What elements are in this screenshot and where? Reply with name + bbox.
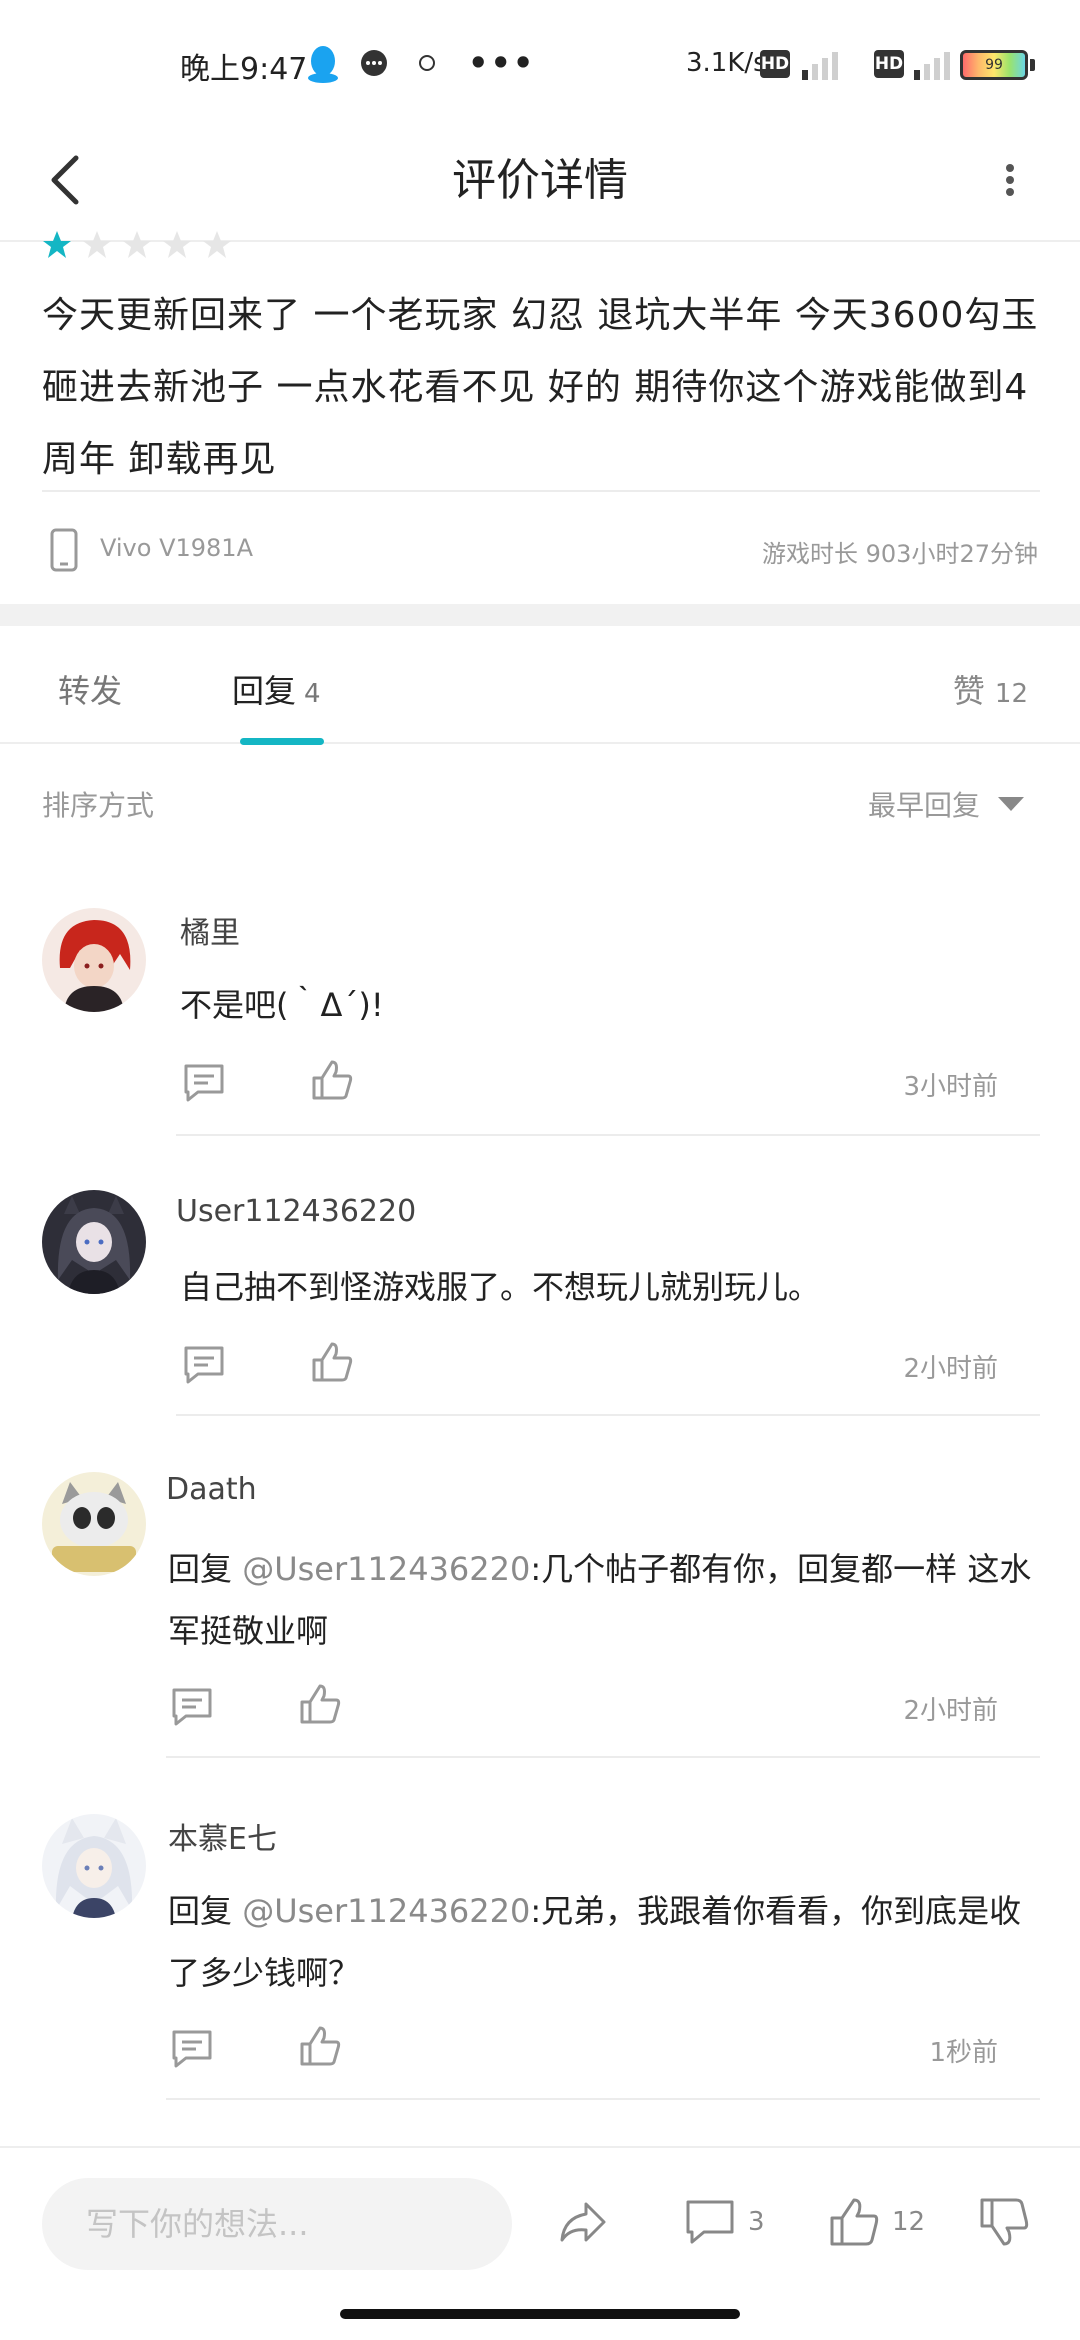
mention-link[interactable]: @User112436220 [242, 1892, 530, 1930]
mention-link[interactable]: @User112436220 [242, 1550, 530, 1588]
share-button[interactable] [556, 2196, 608, 2248]
divider [176, 1414, 1040, 1416]
tab-reply-count: 4 [304, 679, 321, 709]
avatar[interactable] [42, 1190, 146, 1294]
comment-count: 3 [748, 2207, 765, 2237]
comment-text: 回复 @User112436220:兄弟，我跟着你看看，你到底是收了多少钱啊？ [168, 1892, 1022, 1992]
status-bar: 晚上9:47 ••• 3.1K/s HD HD 99 [0, 0, 1080, 120]
battery-icon: 99 [960, 50, 1028, 80]
comment-item: 本慕E七 回复 @User112436220:兄弟，我跟着你看看，你到底是收了多… [0, 1806, 1080, 2106]
share-icon [560, 2202, 606, 2242]
tab-likes-label: 赞 [952, 672, 985, 710]
message-icon [361, 50, 387, 76]
signal-icon [802, 52, 838, 80]
thumbs-down-icon [980, 2198, 1029, 2246]
comment-time: 1秒前 [929, 2038, 998, 2068]
star-icon [43, 231, 71, 258]
avatar[interactable] [42, 908, 146, 1012]
comment-text: 不是吧(｀Δ´)! [180, 986, 384, 1024]
section-separator [0, 604, 1080, 626]
comment-author[interactable]: 本慕E七 [168, 1814, 277, 1858]
comment-item: User112436220 自己抽不到怪游戏服了。不想玩儿就别玩儿。 2小时前 [0, 1182, 1080, 1422]
avatar[interactable] [42, 1814, 146, 1918]
reply-icon[interactable] [170, 2026, 214, 2070]
comment-button[interactable]: 3 [684, 2196, 765, 2248]
status-time: 晚上9:47 [180, 52, 308, 87]
sort-label: 排序方式 [42, 789, 155, 822]
avatar[interactable] [42, 1472, 146, 1576]
like-count: 12 [892, 2207, 926, 2237]
like-icon[interactable] [310, 1058, 354, 1102]
comment-text: 回复 @User112436220:几个帖子都有你，回复都一样 这水军挺敬业啊 [168, 1550, 1032, 1650]
tab-bar: 转发 回复 4 赞 12 [0, 626, 1080, 745]
reply-icon[interactable] [182, 1060, 226, 1104]
comment-time: 2小时前 [903, 1354, 998, 1384]
more-notifications-icon: ••• [468, 44, 536, 82]
comment-icon [686, 2200, 734, 2244]
qq-icon [308, 46, 338, 83]
home-indicator[interactable] [340, 2309, 740, 2319]
star-icon [163, 231, 191, 258]
reply-icon[interactable] [170, 1684, 214, 1728]
divider [166, 2098, 1040, 2100]
app-header: 评价详情 [0, 120, 1080, 242]
more-options-button[interactable] [980, 140, 1040, 220]
star-icon [83, 231, 111, 258]
chevron-down-icon [998, 797, 1024, 811]
tab-forward[interactable]: 转发 [58, 666, 122, 712]
rating-stars [42, 230, 232, 264]
comment-item: 橘里 不是吧(｀Δ´)! 3小时前 [0, 900, 1080, 1140]
active-tab-indicator [240, 738, 324, 745]
battery-tip [1030, 59, 1035, 71]
like-icon[interactable] [310, 1340, 354, 1384]
signal-icon [914, 52, 950, 80]
phone-icon [50, 528, 78, 572]
bottom-action-bar: 3 12 [0, 2146, 1080, 2306]
star-icon [123, 231, 151, 258]
comment-author[interactable]: User112436220 [176, 1194, 416, 1229]
divider [42, 490, 1040, 492]
device-name: Vivo V1981A [100, 534, 253, 562]
like-icon[interactable] [298, 2024, 342, 2068]
thumbs-up-icon [830, 2198, 879, 2246]
reply-icon[interactable] [182, 1342, 226, 1386]
tab-reply-label: 回复 [232, 672, 297, 710]
page-title: 评价详情 [452, 155, 628, 206]
notification-icon [419, 55, 435, 71]
comment-time: 3小时前 [903, 1072, 998, 1102]
hd-badge: HD [760, 50, 790, 78]
tab-likes[interactable]: 赞 12 [953, 666, 1028, 712]
comment-time: 2小时前 [903, 1696, 998, 1726]
tab-reply[interactable]: 回复 4 [232, 666, 321, 712]
star-icon [203, 231, 231, 258]
dislike-button[interactable] [978, 2196, 1030, 2248]
comment-item: Daath 回复 @User112436220:几个帖子都有你，回复都一样 这水… [0, 1464, 1080, 1764]
comment-author[interactable]: Daath [166, 1472, 257, 1507]
network-speed: 3.1K/s [686, 48, 767, 78]
like-button[interactable]: 12 [828, 2196, 925, 2248]
sort-dropdown[interactable]: 最早回复 [868, 784, 1024, 824]
like-icon[interactable] [298, 1682, 342, 1726]
sort-selected: 最早回复 [867, 789, 980, 822]
comment-author[interactable]: 橘里 [180, 908, 240, 952]
comment-text: 自己抽不到怪游戏服了。不想玩儿就别玩儿。 [180, 1268, 821, 1306]
review-text: 今天更新回来了 一个老玩家 幻忍 退坑大半年 今天3600勾玉砸进去新池子 一点… [42, 295, 1039, 480]
divider [166, 1756, 1040, 1758]
tab-likes-count: 12 [994, 679, 1028, 709]
comment-input[interactable] [42, 2178, 512, 2270]
divider [176, 1134, 1040, 1136]
playtime: 游戏时长 903小时27分钟 [762, 540, 1038, 568]
hd-badge: HD [874, 50, 904, 78]
